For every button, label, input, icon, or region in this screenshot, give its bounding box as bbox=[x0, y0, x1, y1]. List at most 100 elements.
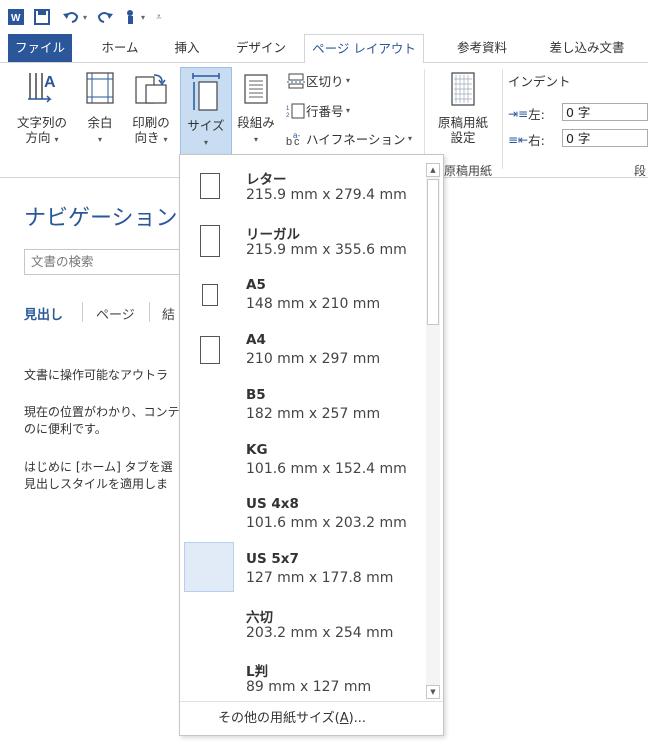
hyphenation-button[interactable]: b c a- ハイフネーション ▾ bbox=[286, 129, 412, 148]
orientation-label-2: 向き bbox=[134, 130, 160, 145]
hyphenation-label: ハイフネーション bbox=[306, 132, 406, 147]
paper-size-item[interactable]: L判 89 mm x 127 mm bbox=[184, 651, 420, 704]
paper-size-item[interactable]: レター 215.9 mm x 279.4 mm bbox=[184, 159, 420, 212]
manuscript-label-1: 原稿用紙 bbox=[437, 115, 488, 130]
selection-highlight bbox=[184, 541, 234, 592]
breaks-button[interactable]: 区切り ▾ bbox=[286, 71, 350, 90]
tab-file[interactable]: ファイル bbox=[8, 34, 72, 62]
svg-text:b: b bbox=[286, 136, 292, 147]
chevron-down-icon: ▾ bbox=[163, 135, 168, 144]
margins-label: 余白 bbox=[87, 115, 113, 130]
svg-text:1: 1 bbox=[286, 106, 290, 112]
orientation-button[interactable]: 印刷の 向き ▾ bbox=[126, 69, 176, 147]
orientation-icon bbox=[135, 74, 167, 104]
tab-home[interactable]: ホーム bbox=[90, 34, 150, 62]
nav-message-2b: のに便利です。 bbox=[24, 422, 107, 436]
nav-message-3b: 見出しスタイルを適用しま bbox=[24, 477, 169, 491]
paper-size-icon bbox=[192, 73, 220, 111]
svg-text:a-: a- bbox=[293, 131, 300, 140]
paper-size-dimensions: 148 mm x 210 mm bbox=[246, 296, 381, 313]
chevron-down-icon: ▾ bbox=[97, 135, 102, 144]
more-paper-sizes-label: その他の用紙サイズ(A)... bbox=[218, 711, 367, 726]
paper-size-item[interactable]: B5 182 mm x 257 mm bbox=[184, 378, 420, 431]
paper-size-dimensions: 101.6 mm x 203.2 mm bbox=[246, 515, 407, 532]
ribbon-tabs: ファイル ホーム 挿入 デザイン ページ レイアウト 参考資料 差し込み文書 bbox=[0, 34, 648, 64]
nav-message-1: 文書に操作可能なアウトラ bbox=[24, 368, 169, 382]
nav-tab-pages[interactable]: ページ bbox=[96, 304, 135, 323]
nav-tab-results[interactable]: 結 bbox=[162, 304, 175, 323]
chevron-down-icon: ▾ bbox=[405, 134, 413, 143]
paper-size-dimensions: 101.6 mm x 152.4 mm bbox=[246, 460, 407, 477]
line-numbers-button[interactable]: 12 行番号 ▾ bbox=[286, 101, 350, 120]
columns-button[interactable]: 段組み ▾ bbox=[232, 69, 280, 147]
columns-label: 段組み bbox=[237, 115, 275, 130]
manuscript-settings-button[interactable]: 原稿用紙 設定 bbox=[430, 69, 496, 145]
quick-access-toolbar: W ▾ ▾ ⩡ bbox=[0, 0, 648, 34]
text-direction-label-1: 文字列の bbox=[16, 115, 67, 130]
paper-size-item[interactable]: US 4x8 101.6 mm x 203.2 mm bbox=[184, 487, 420, 540]
paper-size-item[interactable]: 六切 203.2 mm x 254 mm bbox=[184, 597, 420, 650]
touch-mode-icon[interactable]: ▾ bbox=[124, 8, 145, 26]
paper-size-dimensions: 210 mm x 297 mm bbox=[246, 351, 381, 368]
manuscript-icon bbox=[451, 72, 475, 106]
tab-design[interactable]: デザイン bbox=[226, 34, 296, 62]
paper-size-item[interactable]: A5 148 mm x 210 mm bbox=[184, 268, 420, 321]
chevron-down-icon: ▾ bbox=[343, 76, 351, 85]
group-divider bbox=[502, 69, 503, 169]
tab-references[interactable]: 参考資料 bbox=[444, 34, 520, 62]
columns-icon bbox=[244, 74, 268, 104]
breaks-label: 区切り bbox=[306, 74, 344, 89]
svg-text:2: 2 bbox=[286, 113, 290, 119]
size-button[interactable]: サイズ ▾ bbox=[180, 67, 232, 155]
text-direction-icon: A bbox=[28, 73, 56, 103]
page-size-icon bbox=[200, 173, 220, 199]
indent-right-input[interactable]: 0 字 bbox=[562, 129, 648, 147]
indent-title: インデント bbox=[508, 74, 571, 89]
paper-size-name: レター bbox=[246, 172, 287, 188]
indent-left-input[interactable]: 0 字 bbox=[562, 103, 648, 121]
tab-insert[interactable]: 挿入 bbox=[162, 34, 212, 62]
svg-text:W: W bbox=[11, 13, 21, 24]
paper-size-name: B5 bbox=[246, 386, 266, 403]
indent-left-icon: ⇥≡ bbox=[508, 106, 529, 121]
paper-size-name: US 5x7 bbox=[246, 550, 299, 567]
breaks-icon bbox=[287, 73, 305, 88]
tab-mailings[interactable]: 差し込み文書 bbox=[532, 34, 642, 62]
scrollbar-thumb[interactable] bbox=[427, 179, 439, 325]
paper-size-item[interactable]: US 5x7 127 mm x 177.8 mm bbox=[184, 541, 420, 595]
redo-icon[interactable] bbox=[96, 8, 114, 26]
manuscript-label-2: 設定 bbox=[450, 130, 476, 145]
nav-tab-headings[interactable]: 見出し bbox=[24, 304, 63, 323]
paper-size-dimensions: 89 mm x 127 mm bbox=[246, 679, 372, 696]
scroll-down-arrow-icon[interactable]: ▼ bbox=[426, 685, 440, 699]
paper-size-name: 六切 bbox=[246, 609, 273, 626]
margins-icon bbox=[86, 72, 114, 104]
more-paper-sizes-button[interactable]: その他の用紙サイズ(A)... bbox=[180, 701, 443, 735]
text-direction-button[interactable]: A 文字列の 方向 ▾ bbox=[10, 69, 74, 147]
undo-icon[interactable]: ▾ bbox=[62, 8, 87, 26]
word-icon[interactable]: W bbox=[8, 8, 24, 26]
paper-size-dimensions: 127 mm x 177.8 mm bbox=[246, 569, 394, 586]
chevron-down-icon: ▾ bbox=[54, 135, 59, 144]
paper-size-item[interactable]: リーガル 215.9 mm x 355.6 mm bbox=[184, 214, 420, 267]
hyphenation-icon: b ca- bbox=[286, 131, 300, 147]
paper-size-item[interactable]: A4 210 mm x 297 mm bbox=[184, 323, 420, 376]
paper-size-dropdown: レター 215.9 mm x 279.4 mm リーガル 215.9 mm x 355… bbox=[179, 154, 444, 736]
dropdown-scrollbar[interactable]: ▲ ▼ bbox=[426, 163, 440, 699]
document-search-input[interactable]: 文書の検索 bbox=[24, 249, 194, 275]
customize-qat-icon[interactable]: ⩡ bbox=[156, 8, 162, 26]
paper-size-item[interactable]: KG 101.6 mm x 152.4 mm bbox=[184, 433, 420, 486]
save-icon[interactable] bbox=[34, 8, 50, 26]
size-label: サイズ bbox=[187, 118, 225, 133]
margins-button[interactable]: 余白 ▾ bbox=[80, 69, 120, 147]
paper-size-dimensions: 215.9 mm x 279.4 mm bbox=[246, 187, 407, 203]
nav-message-3a: はじめに [ホーム] タブを選 bbox=[24, 460, 173, 474]
paper-size-dimensions: 182 mm x 257 mm bbox=[246, 405, 381, 422]
page-size-icon bbox=[200, 224, 220, 257]
chevron-down-icon: ▾ bbox=[203, 138, 208, 147]
scroll-up-arrow-icon[interactable]: ▲ bbox=[426, 163, 440, 177]
tab-page-layout[interactable]: ページ レイアウト bbox=[304, 34, 424, 64]
line-numbers-label: 行番号 bbox=[306, 104, 344, 119]
paper-size-name: US 4x8 bbox=[246, 496, 299, 513]
indent-right-label: 右: bbox=[528, 133, 545, 148]
